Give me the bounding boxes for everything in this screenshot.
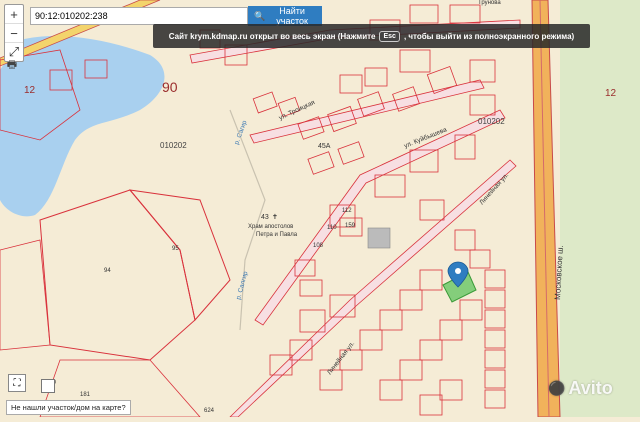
fullscreen-banner: Сайт krym.kdmap.ru открыт во весь экран … <box>153 24 590 48</box>
scale-toggle[interactable] <box>41 379 55 393</box>
lake <box>0 35 165 217</box>
avito-logo-icon: ⚫ <box>548 380 566 396</box>
avito-watermark: ⚫ Avito <box>548 378 613 399</box>
parcel-94[interactable] <box>39 189 196 361</box>
map-svg[interactable]: 90 12 12 010202 010202 ул. Троицкая ул. … <box>0 0 640 418</box>
avito-text: Avito <box>568 378 613 398</box>
map-controls: + − ⤢ <box>4 4 24 62</box>
parcel-num-624: 624 <box>204 408 215 414</box>
quarter-label-left: 010202 <box>160 141 187 150</box>
find-parcel-label: Найти участок <box>276 6 308 26</box>
parcel-num-45a: 45А <box>318 143 331 150</box>
esc-key: Esc <box>379 30 400 42</box>
church-label-1: Храм апостолов <box>248 224 293 230</box>
banner-prefix: Сайт krym.kdmap.ru открыт во весь экран … <box>168 31 376 41</box>
label-12-left: 12 <box>24 85 36 96</box>
zoom-in-button[interactable]: + <box>5 5 23 24</box>
river-salgir: р. Салгир <box>235 270 249 300</box>
parcel-num-181: 181 <box>80 392 91 398</box>
label-90: 90 <box>162 79 178 95</box>
print-icon[interactable]: 🖶 <box>5 58 19 72</box>
parcel-num-112: 112 <box>342 208 352 214</box>
parcel-95[interactable] <box>128 189 231 322</box>
street-lineynaya-bottom: Линейная ул. <box>325 340 356 377</box>
label-12-right: 12 <box>605 88 617 99</box>
parcel-num-95: 95 <box>172 246 179 252</box>
parcel-num-94: 94 <box>104 268 111 274</box>
find-parcel-button[interactable]: 🔍 Найти участок <box>248 6 322 26</box>
not-found-link[interactable]: Не нашли участок/дом на карте? <box>6 400 131 415</box>
church-icon: ✝ <box>272 213 278 221</box>
banner-suffix: , чтобы выйти из полноэкранного режима) <box>403 31 575 41</box>
cadastral-search-input[interactable] <box>30 7 248 25</box>
search-icon: 🔍 <box>254 10 266 21</box>
church-label-2: Петра и Павла <box>256 232 298 238</box>
highway <box>531 0 561 418</box>
layers-icon[interactable]: ⛶ <box>8 374 26 392</box>
map-canvas[interactable]: 90 12 12 010202 010202 ул. Троицкая ул. … <box>0 0 640 418</box>
quarter-label-right: 010202 <box>478 117 505 126</box>
zoom-out-button[interactable]: − <box>5 24 23 43</box>
parcel-num-110: 110 <box>327 225 337 231</box>
label-trunova: Трунова <box>478 0 501 6</box>
building <box>367 227 391 249</box>
parcel-num-108: 108 <box>313 243 324 249</box>
parcel-num-43: 43 <box>261 214 269 221</box>
green-area <box>560 0 640 417</box>
parcel-num-159: 159 <box>345 223 356 229</box>
